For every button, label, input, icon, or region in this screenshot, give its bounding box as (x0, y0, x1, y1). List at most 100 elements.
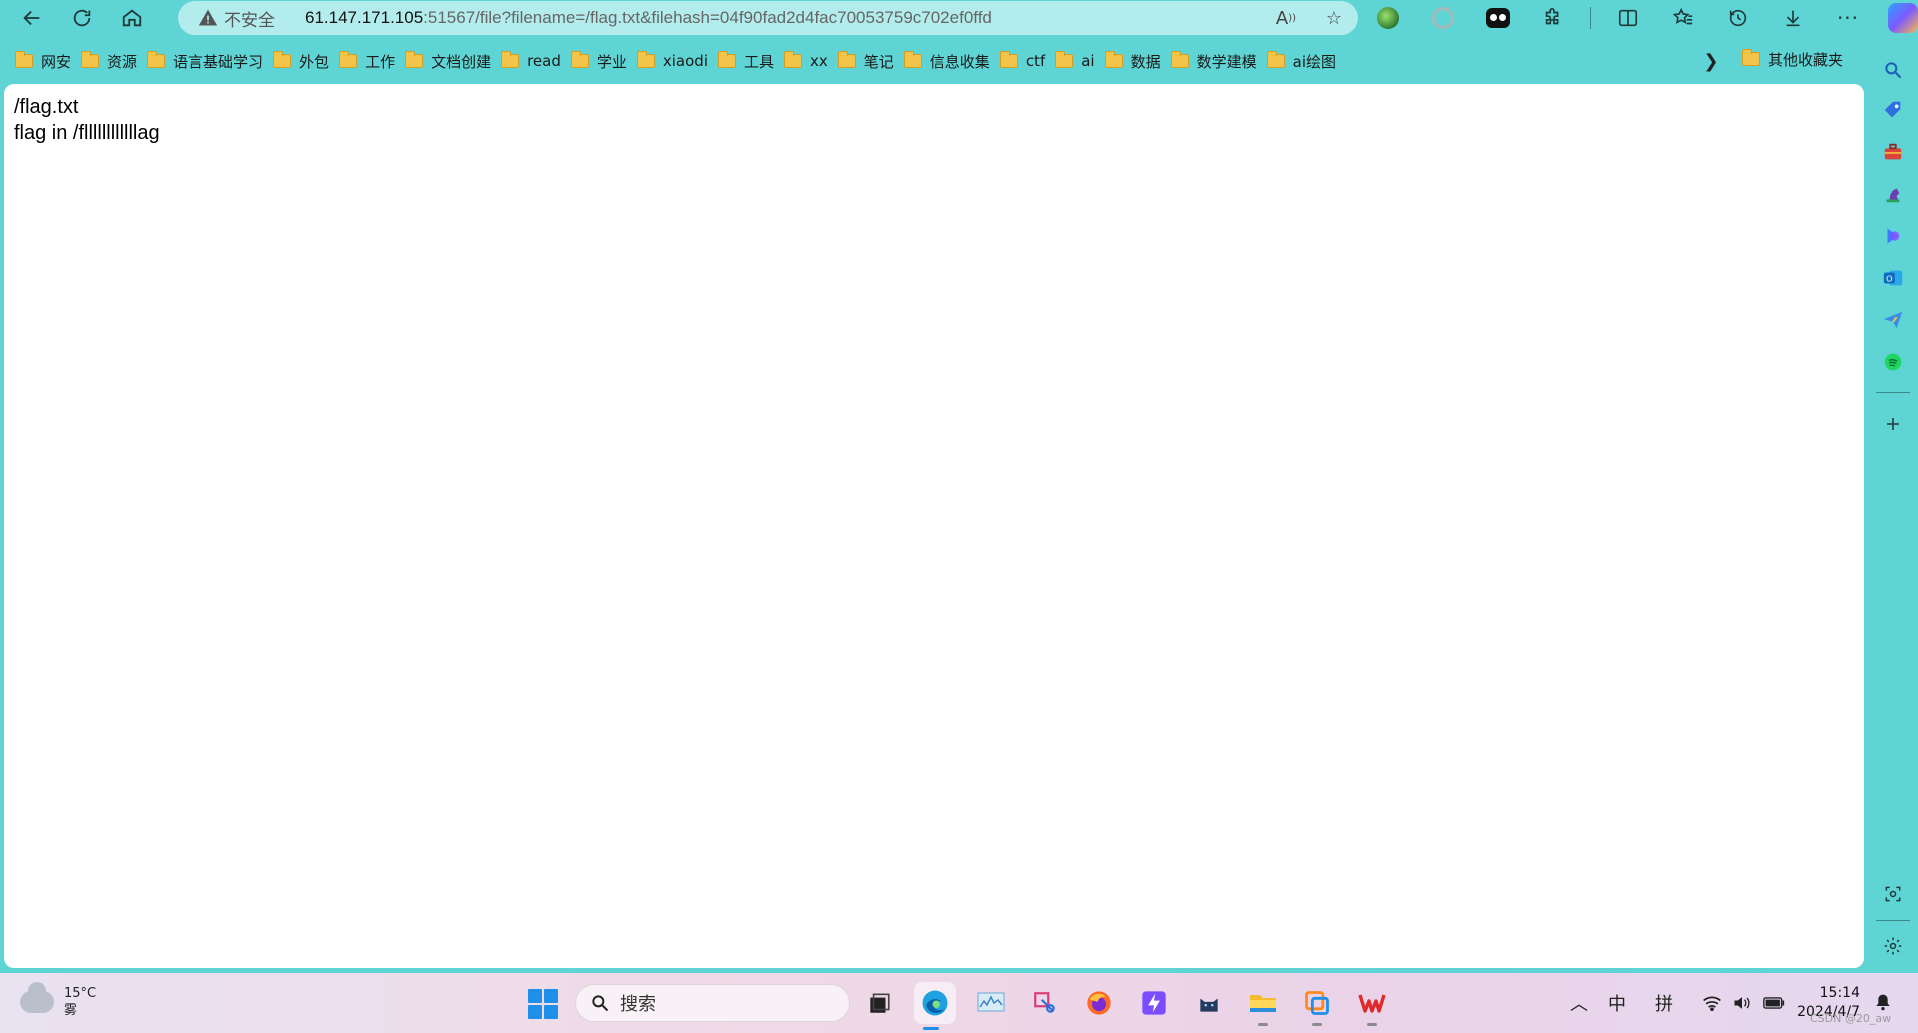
downloads-button[interactable] (1775, 0, 1811, 36)
folder-icon (999, 51, 1018, 68)
plus-icon[interactable] (1879, 410, 1907, 438)
network-status[interactable] (1702, 973, 1722, 1033)
bookmark-folder[interactable]: 资源 (81, 46, 147, 76)
running-indicator (1258, 1023, 1268, 1026)
folder-icon (784, 51, 803, 68)
bookmark-folder[interactable]: 语言基础学习 (147, 46, 273, 76)
home-button[interactable] (114, 0, 150, 36)
start-button[interactable] (528, 989, 558, 1019)
bookmark-folder[interactable]: 工作 (339, 46, 405, 76)
screenshot-icon[interactable] (1879, 880, 1907, 908)
copilot-icon[interactable] (1879, 222, 1907, 250)
volume-status[interactable] (1732, 973, 1752, 1033)
split-screen-button[interactable] (1610, 0, 1646, 36)
outlook-icon[interactable]: O (1879, 264, 1907, 292)
refresh-button[interactable] (64, 0, 100, 36)
bookmark-folder[interactable]: 外包 (273, 46, 339, 76)
bolt-app-icon (1142, 991, 1166, 1015)
windows-logo-tile (528, 1005, 542, 1019)
bookmarks-overflow-button[interactable]: ❯ (1698, 48, 1724, 74)
notification-bell-icon[interactable] (1875, 993, 1891, 1011)
favorites-button[interactable] (1665, 0, 1701, 36)
folder-icon (1055, 51, 1074, 68)
taskbar-file-explorer[interactable] (1246, 986, 1280, 1026)
bookmark-folder[interactable]: 工具 (718, 46, 784, 76)
bookmark-folder[interactable]: 信息收集 (903, 46, 1000, 76)
taskbar-cat-app[interactable] (1192, 986, 1226, 1020)
folder-icon (339, 51, 358, 68)
running-indicator (1367, 1023, 1377, 1026)
history-icon (1729, 9, 1747, 27)
bookmark-folder[interactable]: xiaodi (636, 46, 718, 76)
tray-overflow[interactable]: ︿ (1570, 973, 1588, 1033)
url-text[interactable]: 61.147.171.105:51567/file?filename=/flag… (305, 8, 992, 28)
battery-status[interactable] (1763, 973, 1785, 1033)
folder-icon (1266, 51, 1285, 68)
weather-widget[interactable]: 15°C 雾 (20, 982, 96, 1019)
favorite-star-icon[interactable]: ☆ (1322, 6, 1346, 30)
toolbar-right: ··· (1370, 0, 1918, 36)
taskbar-snipping-app[interactable] (1028, 986, 1062, 1020)
settings-icon[interactable] (1879, 932, 1907, 960)
bookmark-folder[interactable]: 笔记 (837, 46, 904, 76)
weather-text: 15°C 雾 (64, 985, 96, 1019)
taskbar-monitor-app[interactable] (974, 986, 1008, 1020)
bookmark-folder[interactable]: read (501, 46, 571, 76)
bookmark-label: 数学建模 (1196, 52, 1257, 71)
bookmark-other-favorites[interactable]: 其他收藏夹 (1742, 44, 1853, 74)
toolbar-divider (1590, 7, 1591, 29)
taskbar-search[interactable]: 搜索 (575, 984, 850, 1022)
bookmark-label: 学业 (596, 52, 627, 71)
taskbar-edge[interactable] (914, 982, 956, 1030)
sidebar-divider (1876, 392, 1910, 393)
chess-icon[interactable] (1879, 180, 1907, 208)
warning-icon (198, 9, 218, 26)
extensions-button[interactable] (1535, 0, 1571, 36)
read-aloud-icon[interactable]: A)) (1274, 6, 1298, 30)
folder-icon (147, 51, 166, 68)
bookmark-folder[interactable]: 网安 (15, 46, 81, 76)
briefcase-icon[interactable] (1879, 138, 1907, 166)
bookmark-folder[interactable]: ai (1055, 46, 1104, 76)
bookmark-folder[interactable]: 文档创建 (405, 46, 501, 76)
bookmark-label: 文档创建 (431, 52, 492, 71)
security-indicator[interactable]: 不安全 (198, 6, 275, 31)
address-bar[interactable]: 不安全 61.147.171.105:51567/file?filename=/… (178, 1, 1358, 35)
url-host: 61.147.171.105 (305, 8, 424, 27)
snipping-tool-icon (1034, 992, 1055, 1013)
ime-mode[interactable]: 拼 (1655, 973, 1673, 1033)
copilot-button[interactable] (1885, 0, 1918, 36)
taskbar-firefox[interactable] (1082, 986, 1116, 1020)
extension-circle-button[interactable] (1425, 0, 1461, 36)
bookmark-folder[interactable]: 学业 (570, 46, 637, 76)
taskbar-file-app[interactable] (862, 986, 896, 1020)
folder-icon (1104, 51, 1123, 68)
ime-language[interactable]: 中 (1608, 973, 1626, 1033)
battery-charging-icon (1763, 997, 1785, 1009)
history-button[interactable] (1720, 0, 1756, 36)
bookmarks-bar: 网安 资源 语言基础学习 外包 工作 文档创建 read 学业 xiaodi 工具 xx 笔记 信息收集… (0, 44, 1918, 78)
bookmark-folder[interactable]: ai绘图 (1266, 46, 1346, 76)
taskbar-wps[interactable] (1355, 986, 1389, 1026)
orange-window-icon (1305, 991, 1329, 1015)
bookmark-folder[interactable]: 数学建模 (1170, 46, 1267, 76)
copilot-icon (1888, 3, 1918, 33)
taskbar-burp-app[interactable] (1137, 986, 1171, 1020)
folder-icon (1170, 51, 1189, 68)
bookmark-folder[interactable]: 数据 (1104, 46, 1171, 76)
search-placeholder: 搜索 (620, 994, 656, 1015)
search-icon[interactable] (1879, 56, 1907, 84)
back-arrow-icon (23, 10, 40, 26)
extension-globe-button[interactable] (1370, 0, 1406, 36)
bookmark-folder[interactable]: xx (784, 46, 838, 76)
text-line-1: /flag.txt (14, 96, 79, 118)
back-button[interactable] (14, 0, 50, 36)
tag-icon[interactable] (1879, 96, 1907, 124)
page-content: /flag.txt flag in /fllllllllllllag (4, 84, 1864, 968)
bookmark-folder[interactable]: ctf (999, 46, 1055, 76)
send-icon[interactable] (1879, 306, 1907, 334)
extension-mask-button[interactable] (1480, 0, 1516, 36)
spotify-icon[interactable] (1879, 348, 1907, 376)
more-menu-button[interactable]: ··· (1830, 0, 1866, 36)
taskbar-copy-app[interactable] (1300, 986, 1334, 1026)
